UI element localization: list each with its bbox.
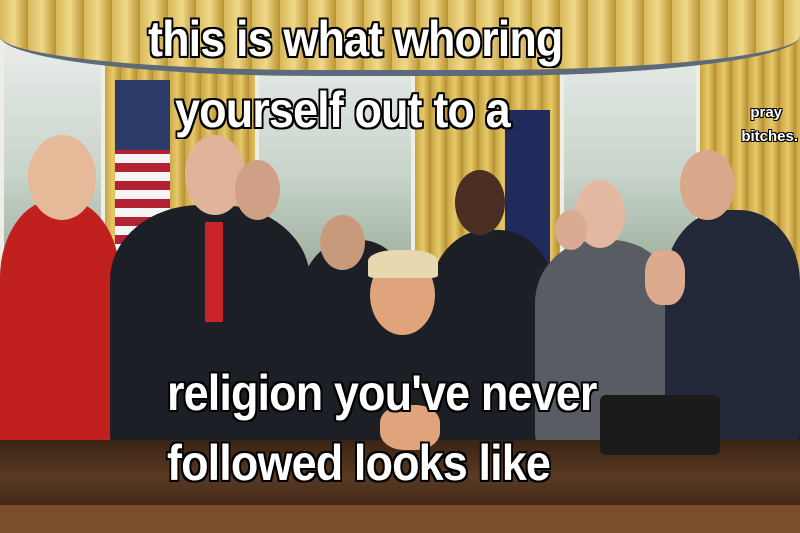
- flag-canton: [115, 80, 170, 150]
- caption-top-line-2: yourself out to a: [175, 82, 511, 138]
- seated-man-hair: [368, 250, 438, 278]
- man-left-head: [185, 135, 245, 215]
- man-raised-hand-head: [680, 150, 735, 220]
- woman-red-dress: [0, 200, 120, 460]
- caption-bottom-line-2: followed looks like: [167, 435, 551, 491]
- caption-side-line-2: bitches.: [741, 128, 798, 145]
- bg-man-head: [235, 160, 280, 220]
- bg-man-right-head: [555, 210, 587, 250]
- bg-man-center-head: [320, 215, 365, 270]
- desk-phone: [600, 395, 720, 455]
- red-tie: [205, 222, 223, 322]
- caption-side-line-1: pray: [750, 104, 782, 121]
- desk-edge: [0, 505, 800, 533]
- man-glasses-head: [455, 170, 505, 235]
- caption-bottom-line-1: religion you've never: [167, 365, 597, 421]
- woman-head: [28, 135, 96, 220]
- meme-image: this is what whoring yourself out to a r…: [0, 0, 800, 533]
- raised-hand: [645, 250, 685, 305]
- caption-top-line-1: this is what whoring: [148, 11, 563, 67]
